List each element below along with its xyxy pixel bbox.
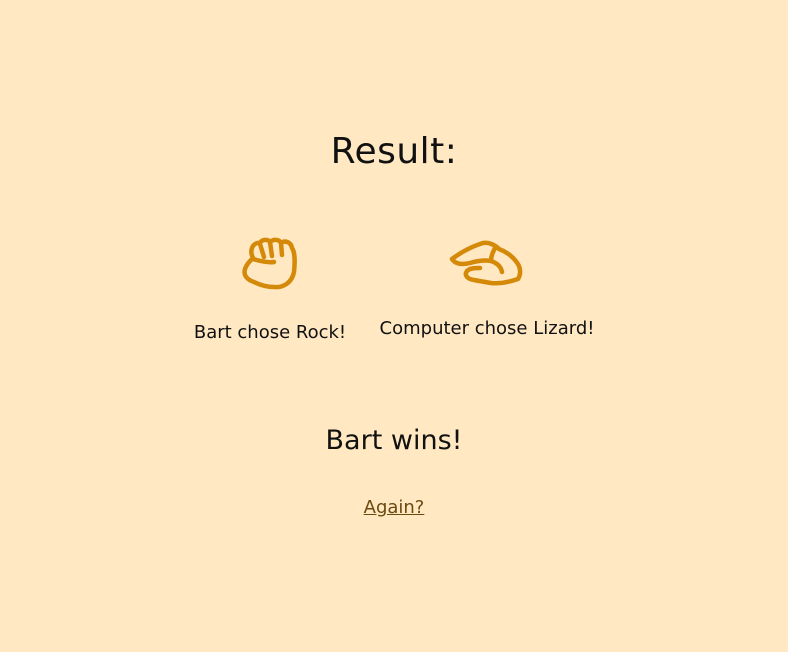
lizard-hand-icon xyxy=(449,240,523,286)
rock-hand-icon xyxy=(242,237,297,290)
player-choice: Bart chose Rock! xyxy=(170,236,370,344)
result-title: Result: xyxy=(330,131,458,172)
outcome-text: Bart wins! xyxy=(325,425,463,456)
player-choice-label: Bart chose Rock! xyxy=(193,322,347,343)
computer-choice-label: Computer chose Lizard! xyxy=(379,318,595,339)
computer-choice: Computer chose Lizard! xyxy=(372,236,602,340)
again-link[interactable]: Again? xyxy=(364,497,425,518)
